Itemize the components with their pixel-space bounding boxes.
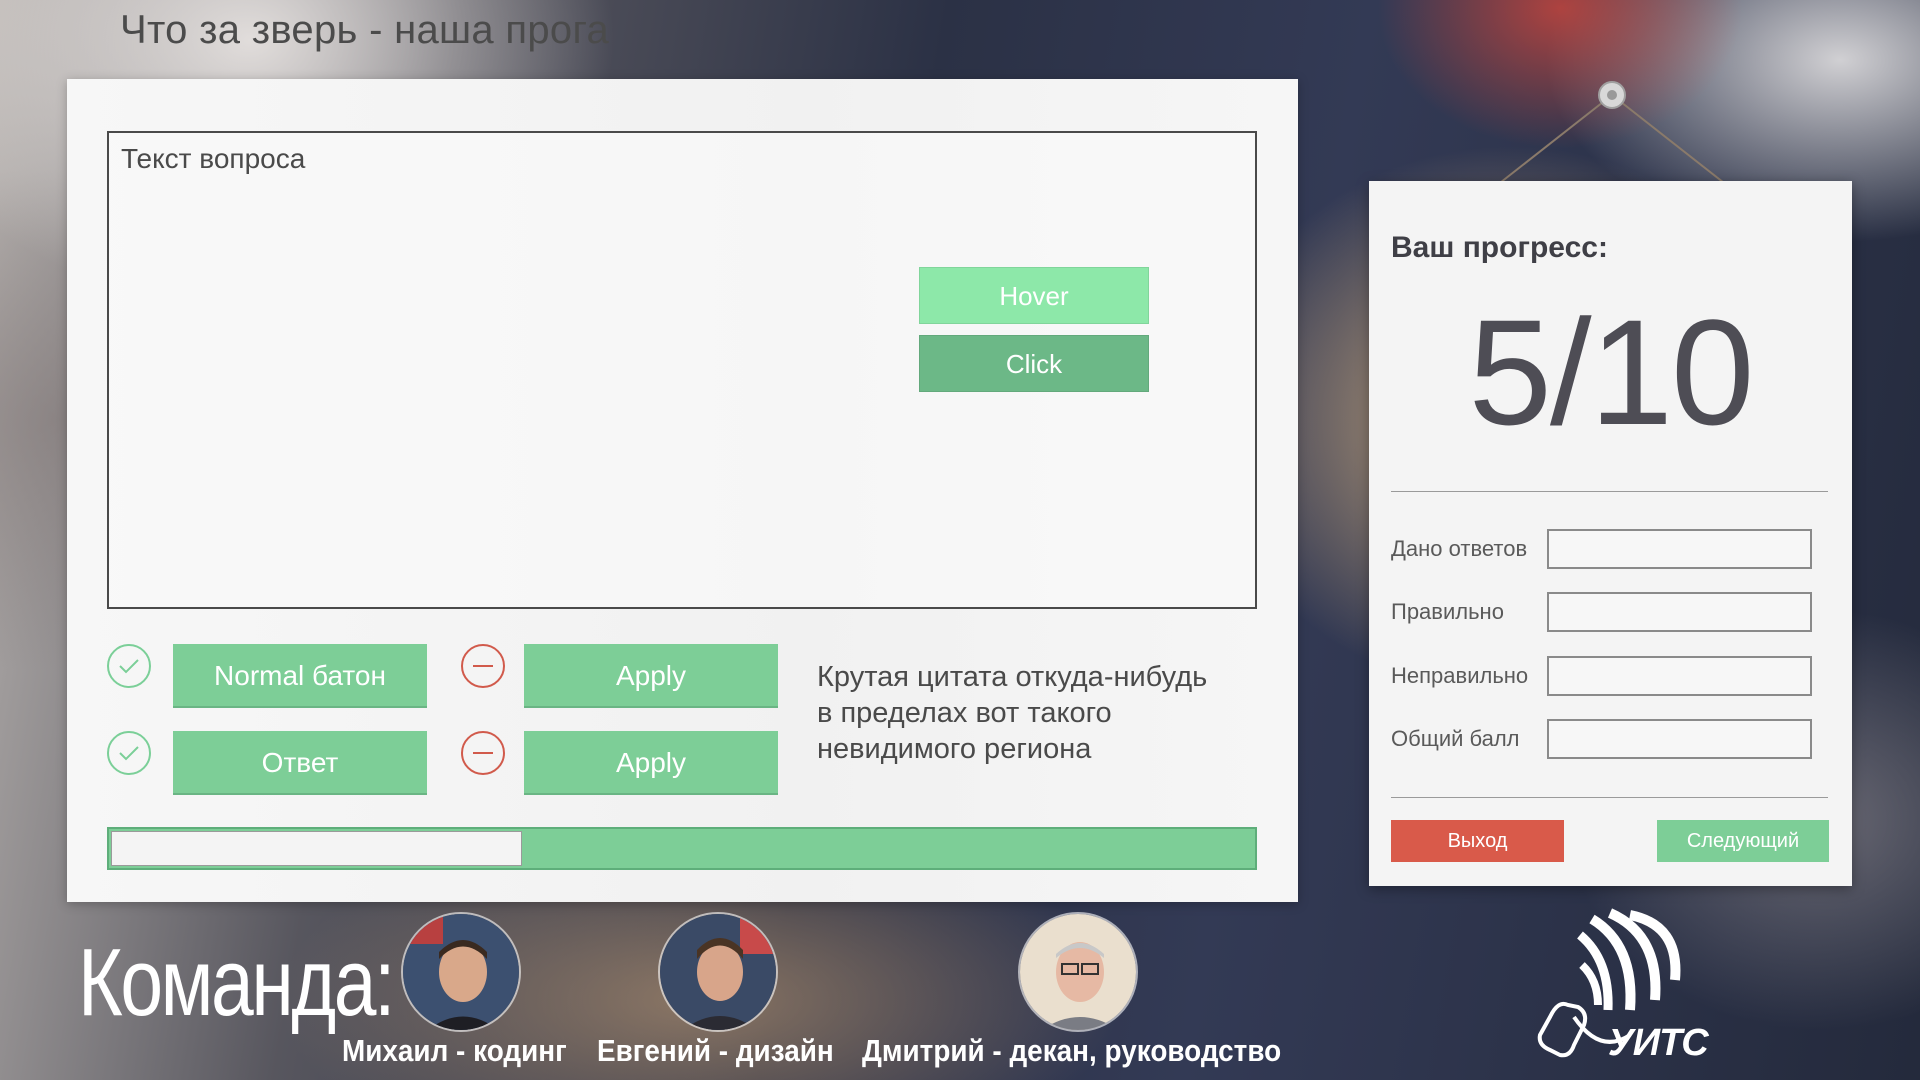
quote-text: Крутая цитата откуда-нибудь в пределах в… [817, 659, 1277, 767]
question-box: Текст вопроса Hover Click [107, 131, 1257, 609]
avatar-dmitry [1018, 912, 1138, 1032]
correct-field[interactable] [1547, 592, 1812, 632]
logo-text: УИТС [1608, 1022, 1709, 1064]
avatar-mikhail [401, 912, 521, 1032]
total-score-field[interactable] [1547, 719, 1812, 759]
member-name-evgeny: Евгений - дизайн [597, 1033, 834, 1068]
divider [1391, 797, 1828, 798]
quiz-panel: Текст вопроса Hover Click Normal батон A… [67, 79, 1298, 902]
next-button[interactable]: Следующий [1657, 820, 1829, 862]
progress-score: 5/10 [1468, 288, 1755, 456]
click-state-button[interactable]: Click [919, 335, 1149, 392]
progress-card: Ваш прогресс: 5/10 Дано ответов Правильн… [1369, 181, 1852, 886]
member-name-dmitry: Дмитрий - декан, руководство [862, 1033, 1282, 1068]
stat-label-correct: Правильно [1391, 599, 1504, 624]
exit-button[interactable]: Выход [1391, 820, 1564, 862]
quote-line: невидимого региона [817, 733, 1092, 765]
quote-line: Крутая цитата откуда-нибудь [817, 661, 1208, 693]
check-icon[interactable] [107, 644, 151, 688]
member-name-mikhail: Михаил - кодинг [342, 1033, 567, 1068]
incorrect-field[interactable] [1547, 656, 1812, 696]
answer-button[interactable]: Ответ [173, 731, 427, 795]
quiz-progress-bar [107, 827, 1257, 870]
team-title: Команда: [78, 929, 395, 1036]
stat-label-total: Общий балл [1391, 726, 1520, 751]
answer-button-normal[interactable]: Normal батон [173, 644, 427, 708]
hover-state-button[interactable]: Hover [919, 267, 1149, 324]
stat-label-answered: Дано ответов [1391, 536, 1528, 561]
avatar-evgeny [658, 912, 778, 1032]
progress-title: Ваш прогресс: [1391, 231, 1608, 264]
answered-field[interactable] [1547, 529, 1812, 569]
apply-button[interactable]: Apply [524, 644, 778, 708]
minus-icon[interactable] [461, 644, 505, 688]
divider [1391, 491, 1828, 492]
stat-label-incorrect: Неправильно [1391, 663, 1529, 688]
page-title: Что за зверь - наша прога [120, 8, 610, 52]
minus-icon[interactable] [461, 731, 505, 775]
quiz-progress-remaining [111, 831, 522, 866]
quote-line: в пределах вот такого [817, 697, 1112, 729]
question-text: Текст вопроса [121, 143, 306, 174]
apply-button[interactable]: Apply [524, 731, 778, 795]
globe-icon [1577, 908, 1681, 1011]
check-icon[interactable] [107, 731, 151, 775]
